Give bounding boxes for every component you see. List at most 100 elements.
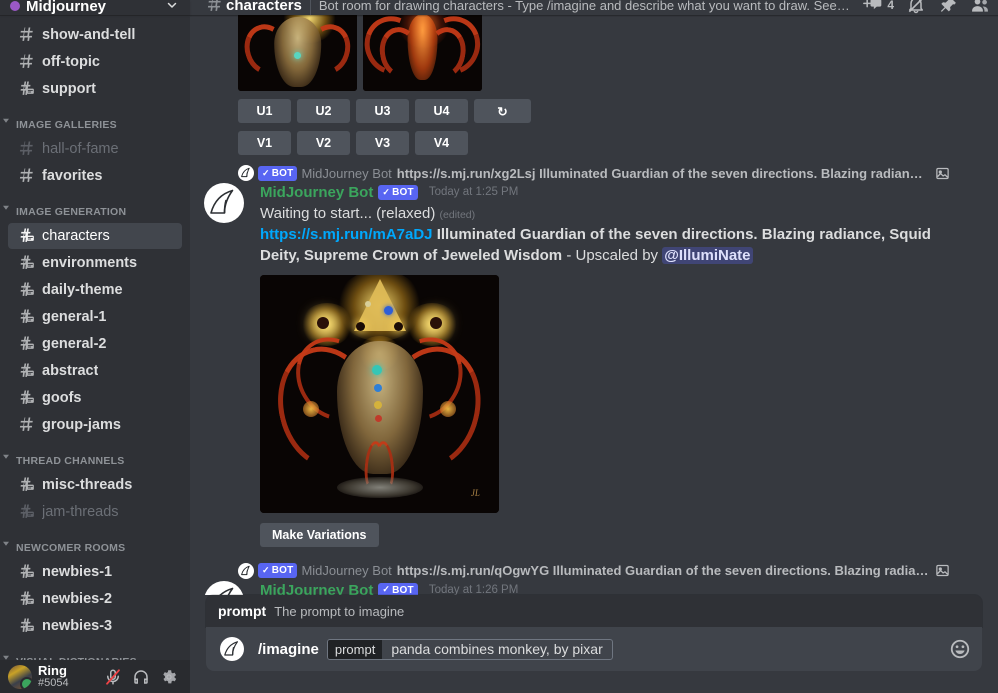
command-argument[interactable]: prompt panda combines monkey, by pixar — [327, 639, 613, 660]
threads-icon[interactable] — [863, 0, 883, 15]
message-author[interactable]: MidJourney Bot — [260, 581, 373, 595]
sidebar-channel-abstract[interactable]: abstract — [8, 358, 182, 384]
upscale-button-row[interactable]: U1 U2 U3 U4 ↻ — [190, 99, 998, 123]
chevron-down-icon — [3, 455, 9, 459]
reply-author[interactable]: MidJourney Bot — [301, 563, 391, 578]
variation-button-row[interactable]: V1 V2 V3 V4 — [190, 131, 998, 155]
sidebar-channel-jam-threads[interactable]: jam-threads — [8, 499, 182, 525]
channel-category-visual-dictionaries[interactable]: VISUAL DICTIONARIES — [0, 640, 190, 660]
channel-category-image-galleries[interactable]: IMAGE GALLERIES — [0, 103, 190, 135]
message[interactable]: ✓BOT MidJourney Bot https://s.mj.run/xg2… — [190, 155, 998, 549]
emoji-icon[interactable] — [948, 637, 972, 661]
hash-icon — [16, 139, 36, 159]
hash-icon — [16, 25, 36, 45]
gear-icon[interactable] — [160, 668, 178, 686]
channel-name: misc-threads — [42, 477, 132, 493]
variation-button-v2[interactable]: V2 — [297, 131, 350, 155]
sidebar-channel-group-jams[interactable]: group-jams — [8, 412, 182, 438]
threads-count: 4 — [887, 0, 894, 12]
reply-context[interactable]: ✓BOT MidJourney Bot https://s.mj.run/xg2… — [238, 165, 950, 181]
make-variations-button[interactable]: Make Variations — [260, 523, 379, 547]
channel-topic[interactable]: Bot room for drawing characters - Type /… — [319, 0, 853, 13]
message-author[interactable]: MidJourney Bot — [260, 183, 373, 203]
chevron-down-icon — [3, 656, 9, 660]
sidebar-channel-goofs[interactable]: goofs — [8, 385, 182, 411]
microphone-muted-icon[interactable] — [104, 668, 122, 686]
generated-image[interactable]: JL — [260, 275, 499, 513]
message[interactable]: ✓BOT MidJourney Bot https://s.mj.run/qOg… — [190, 549, 998, 595]
sidebar-channel-hall-of-fame[interactable]: hall-of-fame — [8, 136, 182, 162]
channel-name: support — [42, 81, 96, 97]
upscale-button-u3[interactable]: U3 — [356, 99, 409, 123]
message-timestamp: Today at 1:25 PM — [429, 185, 519, 200]
sidebar-channel-newbies-1[interactable]: newbies-1 — [8, 559, 182, 585]
forum-icon — [16, 475, 36, 495]
user-info[interactable]: Ring #5054 — [38, 664, 104, 689]
channel-category-thread-channels[interactable]: THREAD CHANNELS — [0, 439, 190, 471]
sidebar-channel-characters[interactable]: characters — [8, 223, 182, 249]
sidebar-channel-general-2[interactable]: general-2 — [8, 331, 182, 357]
discord-app: Midjourney show-and-telloff-topic support… — [0, 0, 998, 693]
result-link[interactable]: https://s.mj.run/mA7aDJ — [260, 226, 433, 243]
sidebar-channel-environments[interactable]: environments — [8, 250, 182, 276]
sidebar-channel-general-1[interactable]: general-1 — [8, 304, 182, 330]
image-grid-attachment[interactable] — [190, 15, 998, 91]
channel-list[interactable]: show-and-telloff-topic support IMAGE GALLE… — [0, 15, 190, 660]
headphones-icon[interactable] — [132, 668, 150, 686]
forum-icon — [16, 334, 36, 354]
chevron-down-icon[interactable] — [166, 0, 178, 14]
channel-category-image-generation[interactable]: IMAGE GENERATION — [0, 190, 190, 222]
avatar[interactable] — [204, 183, 244, 223]
server-header[interactable]: Midjourney — [0, 0, 190, 15]
generated-artwork — [363, 15, 482, 91]
message-list[interactable]: U1 U2 U3 U4 ↻ V1 V2 V3 V4 — [190, 15, 998, 595]
sidebar-channel-support[interactable]: support — [8, 76, 182, 102]
sidebar-channel-newbies-3[interactable]: newbies-3 — [8, 613, 182, 639]
channel-header: characters Bot room for drawing characte… — [190, 0, 998, 15]
message-text: Waiting to start... (relaxed) (edited) — [260, 204, 950, 225]
reroll-button[interactable]: ↻ — [474, 99, 531, 123]
chevron-down-icon — [3, 119, 9, 123]
upscale-button-u1[interactable]: U1 — [238, 99, 291, 123]
channel-name: jam-threads — [42, 504, 119, 520]
upscale-button-u4[interactable]: U4 — [415, 99, 468, 123]
sidebar-channel-show-and-tell[interactable]: show-and-tell — [8, 22, 182, 48]
hash-icon — [16, 415, 36, 435]
channel-category-newcomer-rooms[interactable]: NEWCOMER ROOMS — [0, 526, 190, 558]
variation-button-v4[interactable]: V4 — [415, 131, 468, 155]
channel-name: hall-of-fame — [42, 141, 119, 157]
grid-thumbnail[interactable] — [363, 15, 482, 91]
sidebar-channel-favorites[interactable]: favorites — [8, 163, 182, 189]
reply-preview: https://s.mj.run/xg2Lsj Illuminated Guar… — [397, 166, 929, 181]
avatar[interactable] — [204, 581, 244, 595]
sidebar-channel-newbies-2[interactable]: newbies-2 — [8, 586, 182, 612]
message-content: MidJourney Bot ✓BOT Today at 1:26 PM Wai… — [260, 581, 950, 595]
upscale-button-u2[interactable]: U2 — [297, 99, 350, 123]
members-icon[interactable] — [970, 0, 990, 15]
prompt-input[interactable]: panda combines monkey, by pixar — [382, 640, 611, 659]
header-tools: 4 — [853, 0, 990, 15]
bell-muted-icon[interactable] — [906, 0, 926, 15]
sidebar-channel-misc-threads[interactable]: misc-threads — [8, 472, 182, 498]
variation-button-v3[interactable]: V3 — [356, 131, 409, 155]
make-variations-row[interactable]: Make Variations — [260, 523, 950, 547]
avatar[interactable] — [8, 665, 32, 689]
pin-icon[interactable] — [938, 0, 958, 15]
variation-button-v1[interactable]: V1 — [238, 131, 291, 155]
channel-name: general-1 — [42, 309, 106, 325]
message-input-bar[interactable]: /imagine prompt panda combines monkey, b… — [206, 627, 982, 671]
argument-key: prompt — [328, 640, 382, 659]
reply-context[interactable]: ✓BOT MidJourney Bot https://s.mj.run/qOg… — [238, 563, 950, 579]
reply-author[interactable]: MidJourney Bot — [301, 166, 391, 181]
message-timestamp: Today at 1:26 PM — [429, 583, 519, 595]
sidebar-channel-daily-theme[interactable]: daily-theme — [8, 277, 182, 303]
user-panel: Ring #5054 — [0, 660, 190, 693]
forum-icon — [16, 502, 36, 522]
grid-thumbnail[interactable] — [238, 15, 357, 91]
server-name: Midjourney — [26, 0, 166, 15]
user-mention[interactable]: @IllumiNate — [662, 247, 752, 264]
sidebar-channel-off-topic[interactable]: off-topic — [8, 49, 182, 75]
main-content: characters Bot room for drawing characte… — [190, 0, 998, 693]
avatar — [238, 165, 254, 181]
bot-badge: ✓BOT — [378, 185, 417, 200]
